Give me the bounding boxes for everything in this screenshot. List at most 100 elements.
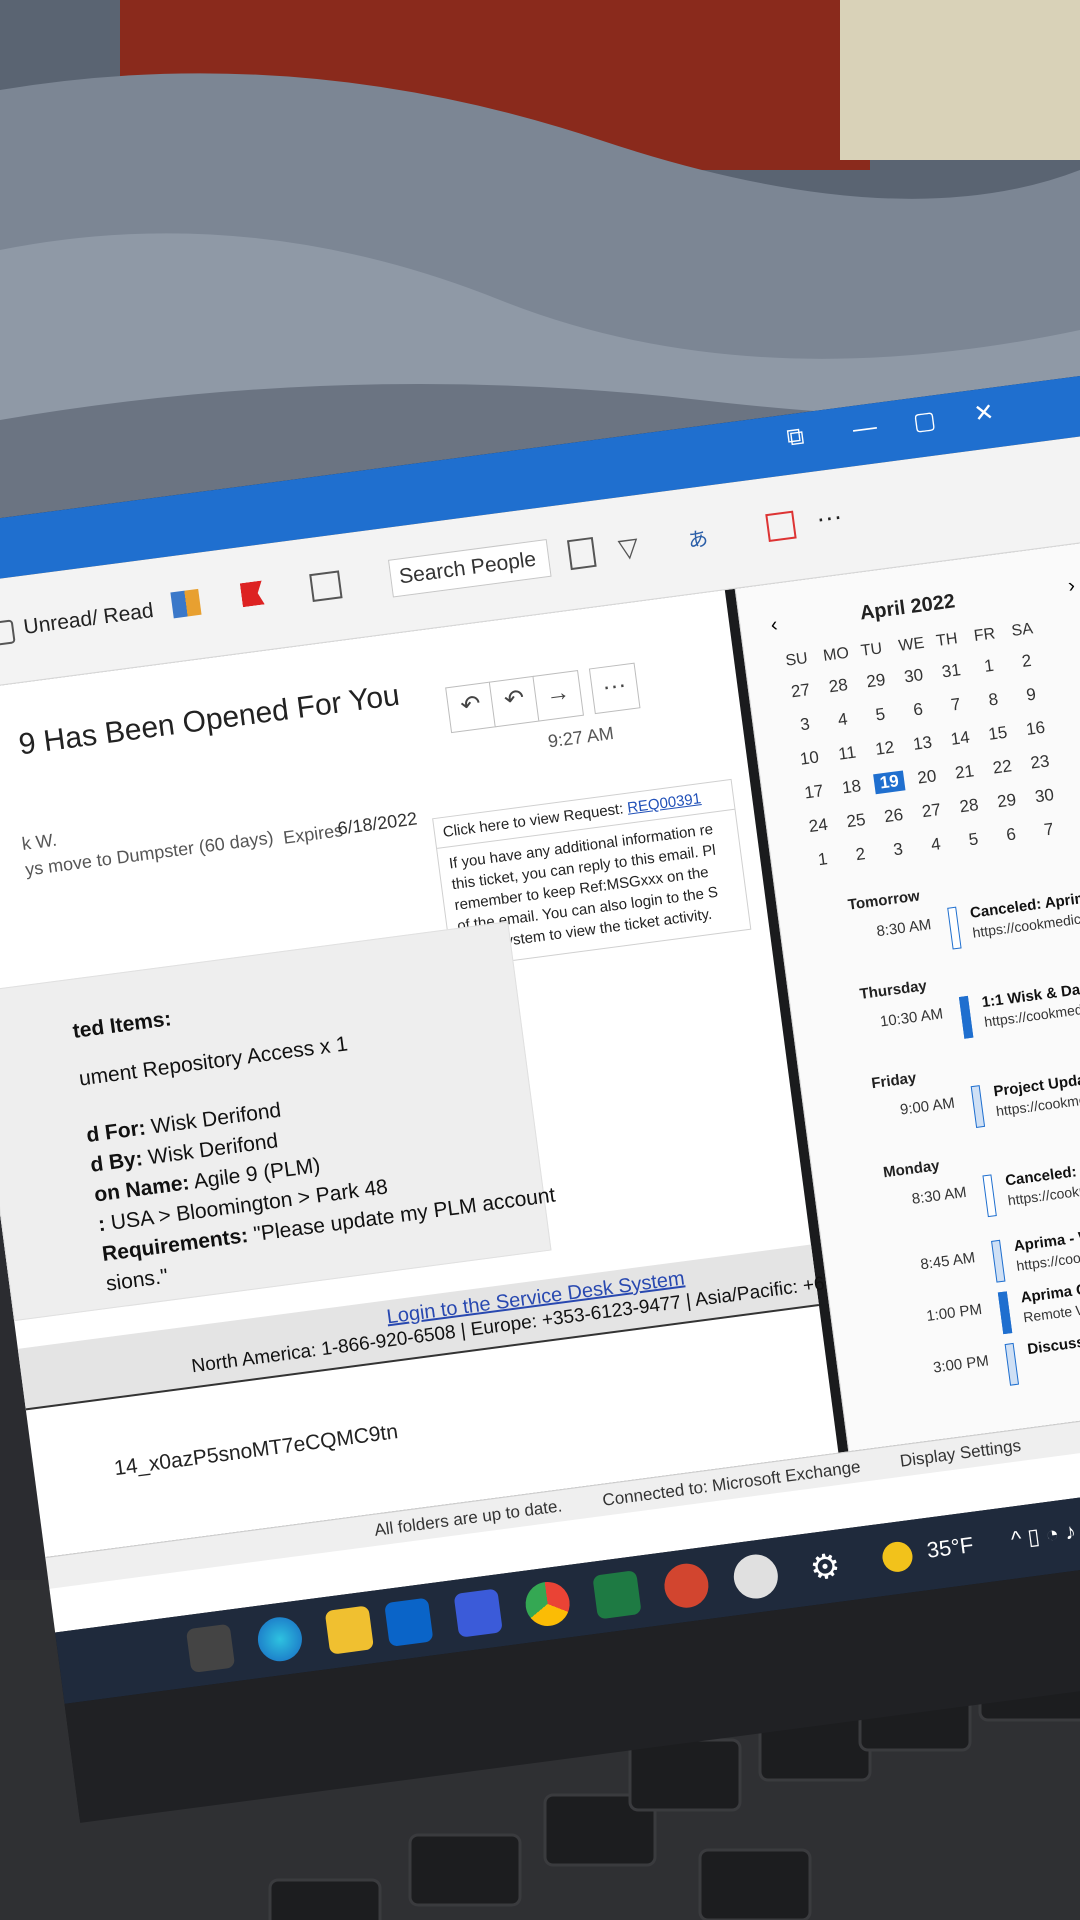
items-heading: ted Items: bbox=[71, 1007, 173, 1043]
weekday-header: TU bbox=[859, 640, 884, 660]
calendar-day[interactable]: 15 bbox=[982, 722, 1014, 746]
request-link[interactable]: REQ00391 bbox=[626, 790, 702, 817]
snipping-tool-icon[interactable] bbox=[731, 1551, 781, 1602]
calendar-day[interactable]: 13 bbox=[906, 732, 938, 756]
categorize-icon[interactable] bbox=[170, 588, 202, 619]
calendar-day[interactable]: 28 bbox=[822, 674, 854, 698]
agenda-status-bar bbox=[997, 1291, 1013, 1335]
sender-name: k W. bbox=[20, 829, 58, 854]
calendar-day[interactable]: 3 bbox=[789, 713, 821, 737]
forward-button[interactable]: → bbox=[532, 670, 584, 722]
calendar-day[interactable]: 17 bbox=[798, 780, 830, 804]
maximize-button[interactable]: ▢ bbox=[903, 404, 946, 438]
calendar-day[interactable]: 5 bbox=[957, 828, 989, 852]
agenda-status-bar bbox=[982, 1174, 997, 1218]
reading-pane: 9 Has Been Opened For You ↶ ↶ → ··· 9:27… bbox=[0, 590, 943, 1558]
file-explorer-icon[interactable] bbox=[324, 1605, 375, 1655]
calendar-day[interactable]: 31 bbox=[935, 659, 967, 683]
webex-icon[interactable] bbox=[453, 1588, 503, 1638]
calendar-day[interactable]: 11 bbox=[831, 742, 863, 766]
message-subject: 9 Has Been Opened For You bbox=[16, 678, 402, 762]
agenda-day-heading: Friday bbox=[870, 1069, 918, 1093]
agenda-time: 8:45 AM bbox=[919, 1249, 977, 1274]
edge-icon[interactable] bbox=[255, 1614, 305, 1664]
excel-icon[interactable] bbox=[592, 1570, 642, 1620]
calendar-day[interactable]: 20 bbox=[911, 766, 943, 790]
tray-icons[interactable]: ^ ▯ ◔ ♪ bbox=[1010, 1519, 1078, 1553]
chrome-icon[interactable] bbox=[522, 1579, 573, 1629]
location-label: : bbox=[96, 1212, 107, 1237]
calendar-day[interactable]: 5 bbox=[864, 703, 896, 727]
for-label: d For: bbox=[85, 1116, 148, 1148]
weekday-header: FR bbox=[972, 625, 997, 645]
calendar-day[interactable]: 2 bbox=[844, 843, 876, 867]
calendar-day[interactable]: 10 bbox=[793, 747, 825, 771]
agenda-status-bar bbox=[958, 995, 974, 1039]
calendar-day[interactable]: 30 bbox=[897, 664, 929, 688]
unread-read-button[interactable]: Unread/ Read bbox=[22, 599, 155, 640]
calendar-day[interactable]: 1 bbox=[807, 848, 839, 872]
calendar-day[interactable]: 27 bbox=[915, 799, 947, 823]
translate-icon[interactable]: あ bbox=[686, 520, 724, 554]
calendar-day[interactable]: 16 bbox=[1019, 717, 1051, 741]
settings-gear-icon[interactable]: ⚙ bbox=[801, 1543, 850, 1592]
by-label: d By: bbox=[88, 1147, 145, 1177]
calendar-day[interactable]: 1 bbox=[973, 654, 1005, 678]
calendar-day[interactable]: 6 bbox=[902, 698, 934, 722]
calendar-day[interactable]: 22 bbox=[986, 756, 1018, 780]
calendar-day[interactable]: 29 bbox=[991, 789, 1023, 813]
calendar-day[interactable]: 28 bbox=[953, 794, 985, 818]
calendar-day[interactable]: 4 bbox=[920, 833, 952, 857]
expires-date: 6/18/2022 bbox=[336, 808, 419, 839]
more-actions-button[interactable]: ··· bbox=[588, 662, 641, 715]
laptop-screen: ⧉ — ▢ ✕ Unread/ Read Search People ▽ あ ·… bbox=[0, 0, 1080, 1920]
flag-icon[interactable] bbox=[240, 581, 265, 608]
calendar-day[interactable]: 2 bbox=[1011, 649, 1043, 673]
retention-policy: ys move to Dumpster (60 days) bbox=[24, 827, 275, 880]
calendar-day[interactable]: 25 bbox=[840, 809, 872, 833]
outlook-icon[interactable] bbox=[384, 1597, 434, 1647]
taskbar-app-icon[interactable] bbox=[185, 1623, 236, 1674]
calendar-day[interactable]: 7 bbox=[940, 693, 972, 717]
minimize-button[interactable]: — bbox=[843, 412, 886, 445]
calendar-day[interactable]: 3 bbox=[882, 838, 914, 862]
calendar-day[interactable]: 30 bbox=[1028, 784, 1060, 808]
weekday-header: MO bbox=[822, 644, 850, 665]
calendar-day[interactable]: 8 bbox=[977, 688, 1009, 712]
calendar-day[interactable]: 27 bbox=[784, 679, 816, 703]
restore-icon[interactable]: ⧉ bbox=[774, 421, 817, 454]
more-options-button[interactable]: ··· bbox=[814, 500, 844, 534]
calendar-day[interactable]: 26 bbox=[878, 804, 910, 828]
calendar-day[interactable]: 24 bbox=[802, 814, 834, 838]
message-id: 14_x0azP5snoMT7eCQMC9tn bbox=[112, 1420, 400, 1481]
calendar-day[interactable]: 29 bbox=[860, 669, 892, 693]
calendar-day[interactable]: 9 bbox=[1015, 683, 1047, 707]
powerpoint-icon[interactable] bbox=[661, 1561, 712, 1611]
add-in-icon[interactable] bbox=[765, 510, 797, 542]
calendar-day[interactable]: 23 bbox=[1024, 751, 1056, 775]
calendar-day[interactable]: 14 bbox=[944, 727, 976, 751]
temperature: 35°F bbox=[925, 1532, 975, 1563]
calendar-day[interactable]: 19 bbox=[873, 770, 906, 795]
agenda-status-bar bbox=[1004, 1342, 1020, 1386]
agenda-day-heading: Tomorrow bbox=[846, 887, 921, 914]
next-month-icon[interactable]: › bbox=[1067, 575, 1077, 599]
calendar-day[interactable]: 6 bbox=[995, 823, 1027, 847]
weekday-header: WE bbox=[897, 634, 926, 655]
calendar-day[interactable]: 21 bbox=[948, 761, 980, 785]
rules-icon[interactable] bbox=[309, 570, 343, 603]
calendar-day[interactable]: 4 bbox=[827, 708, 859, 732]
calendar-day[interactable]: 18 bbox=[835, 775, 867, 799]
agenda-item-title[interactable]: Aprima Curving bbox=[1020, 1275, 1080, 1307]
address-book-icon[interactable] bbox=[566, 536, 597, 571]
envelope-icon[interactable] bbox=[0, 619, 16, 648]
agenda-time: 8:30 AM bbox=[910, 1183, 968, 1208]
calendar-day[interactable]: 7 bbox=[1033, 818, 1065, 842]
close-button[interactable]: ✕ bbox=[962, 396, 1005, 430]
filter-icon[interactable]: ▽ bbox=[617, 529, 655, 563]
calendar-day[interactable]: 12 bbox=[869, 737, 901, 761]
agenda-day-heading: Monday bbox=[882, 1157, 941, 1182]
agenda-item-title[interactable]: Discuss Cut-to bbox=[1026, 1327, 1080, 1358]
prev-month-icon[interactable]: ‹ bbox=[769, 614, 779, 638]
search-people-input[interactable]: Search People bbox=[387, 538, 552, 598]
